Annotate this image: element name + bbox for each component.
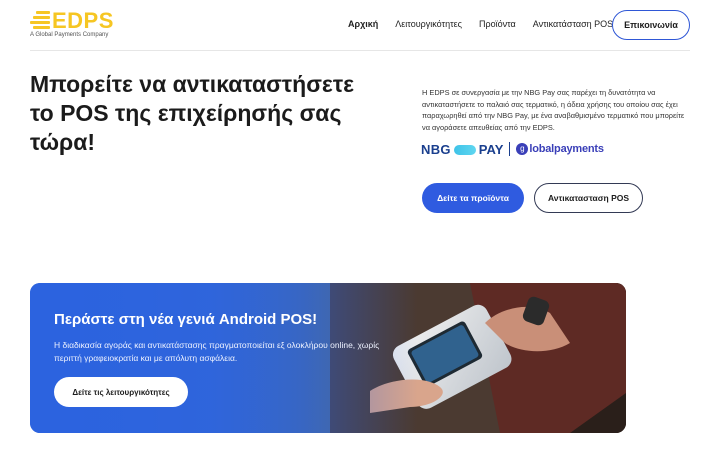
hero-description: Η EDPS σε συνεργασία με την NBG Pay σας … — [422, 88, 685, 132]
view-products-button[interactable]: Δείτε τα προϊόντα — [422, 183, 524, 213]
logo-tagline: A Global Payments Company — [30, 32, 109, 38]
nav-item-products[interactable]: Προϊόντα — [479, 19, 516, 29]
nbg-pay-mark-icon — [453, 145, 476, 155]
nav-item-pos-replacement[interactable]: Αντικατάσταση POS — [533, 19, 613, 29]
edps-logo[interactable]: EDPS A Global Payments Company — [30, 8, 120, 40]
logo-bars-icon — [30, 11, 50, 29]
partner-logos: NBG PAY g lobalpayments — [421, 140, 621, 158]
android-pos-banner: Περάστε στη νέα γενιά Android POS! Η δια… — [30, 283, 626, 433]
nav-item-features[interactable]: Λειτουργικότητες — [395, 19, 462, 29]
nbg-logo-text: NBG — [421, 141, 451, 157]
banner-title: Περάστε στη νέα γενιά Android POS! — [54, 311, 318, 328]
view-features-button[interactable]: Δείτε τις λειτουργικότητες — [54, 377, 188, 407]
pos-replacement-button[interactable]: Αντικατασταση POS — [534, 183, 643, 213]
partner-divider — [509, 142, 511, 156]
global-payments-logo-text: lobalpayments — [529, 143, 604, 155]
pay-logo-text: PAY — [478, 141, 504, 157]
logo-wordmark: EDPS — [52, 8, 114, 33]
banner-description: Η διαδικασία αγοράς και αντικατάστασης π… — [54, 340, 380, 363]
header-divider — [30, 50, 690, 51]
global-payments-mark-icon: g — [516, 143, 529, 155]
contact-button[interactable]: Επικοινωνία — [612, 10, 690, 40]
site-header: EDPS A Global Payments Company Αρχική Λε… — [0, 0, 720, 50]
main-nav: Αρχική Λειτουργικότητες Προϊόντα Αντικατ… — [348, 19, 630, 29]
hero-title: Μπορείτε να αντικαταστήσετε το POS της ε… — [30, 71, 355, 155]
nav-item-home[interactable]: Αρχική — [348, 19, 378, 29]
